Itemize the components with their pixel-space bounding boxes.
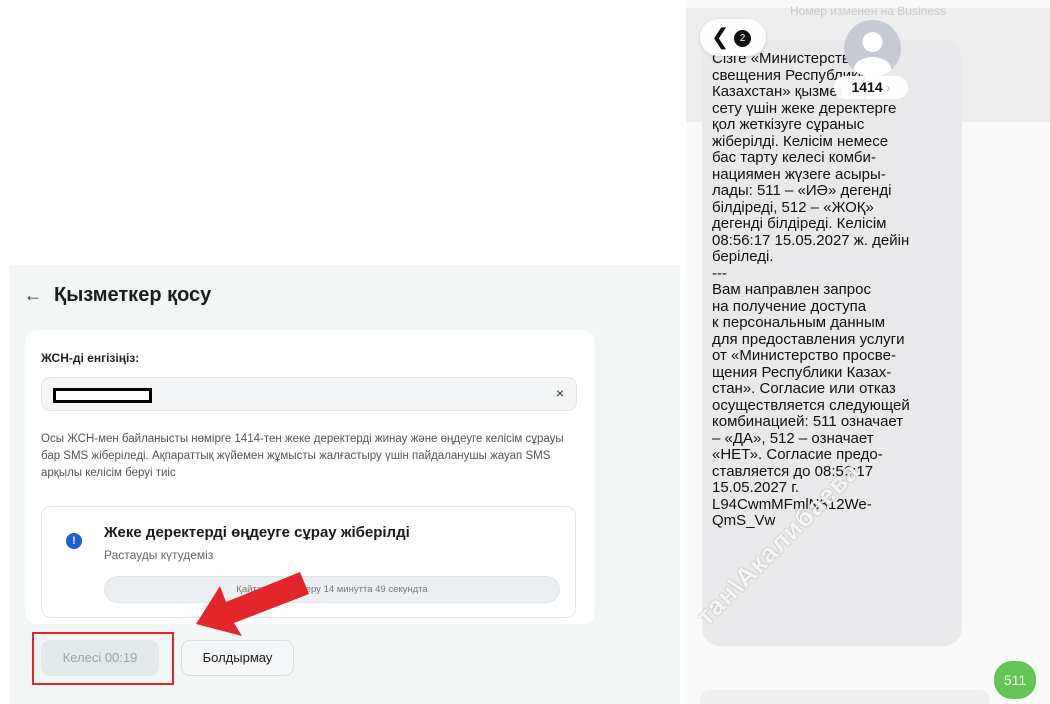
screenshot-root: ← Қызметкер қосу ЖСН-ді енгізіңіз: × Осы…: [0, 0, 1050, 704]
status-title: Жеке деректерді өңдеуге сұрау жіберілді: [104, 524, 410, 541]
page-header: ← Қызметкер қосу: [24, 284, 211, 306]
page-title: Қызметкер қосу: [54, 283, 212, 306]
chevron-left-icon: ❮: [711, 24, 730, 49]
reply-sms-bubble: 511: [994, 661, 1036, 699]
contact-name-pill[interactable]: 1414 ›: [834, 76, 908, 99]
unread-badge: 2: [734, 30, 751, 47]
back-arrow-icon[interactable]: ←: [24, 285, 46, 306]
highlight-frame: [32, 632, 174, 685]
redacted-value: [53, 388, 152, 403]
red-arrow-icon: [196, 572, 309, 636]
status-subtitle: Растауды күтудеміз: [104, 548, 214, 562]
info-text: Осы ЖСН-мен байланысты нөмірге 1414-тен …: [41, 433, 564, 479]
cancel-button[interactable]: Болдырмау: [181, 640, 294, 676]
contact-name: 1414: [851, 79, 883, 95]
iin-field-label: ЖСН-ді енгізіңіз:: [41, 351, 140, 365]
sms-message-text: Сізге «Министерство про- свещения Респуб…: [712, 50, 910, 529]
info-icon: !: [66, 533, 82, 549]
number-changed-text: Номер изменен на Business: [790, 4, 946, 18]
clear-icon[interactable]: ×: [556, 385, 564, 401]
message-input-bar[interactable]: [700, 690, 990, 704]
contact-avatar[interactable]: [844, 20, 901, 77]
chevron-right-icon: ›: [886, 81, 891, 95]
person-icon: [853, 32, 892, 77]
iin-input[interactable]: ×: [41, 377, 577, 411]
resend-timer-button[interactable]: Қайта сұрау жіберу 14 минутта 49 секундт…: [104, 576, 560, 603]
back-button[interactable]: ❮ 2: [700, 19, 766, 56]
